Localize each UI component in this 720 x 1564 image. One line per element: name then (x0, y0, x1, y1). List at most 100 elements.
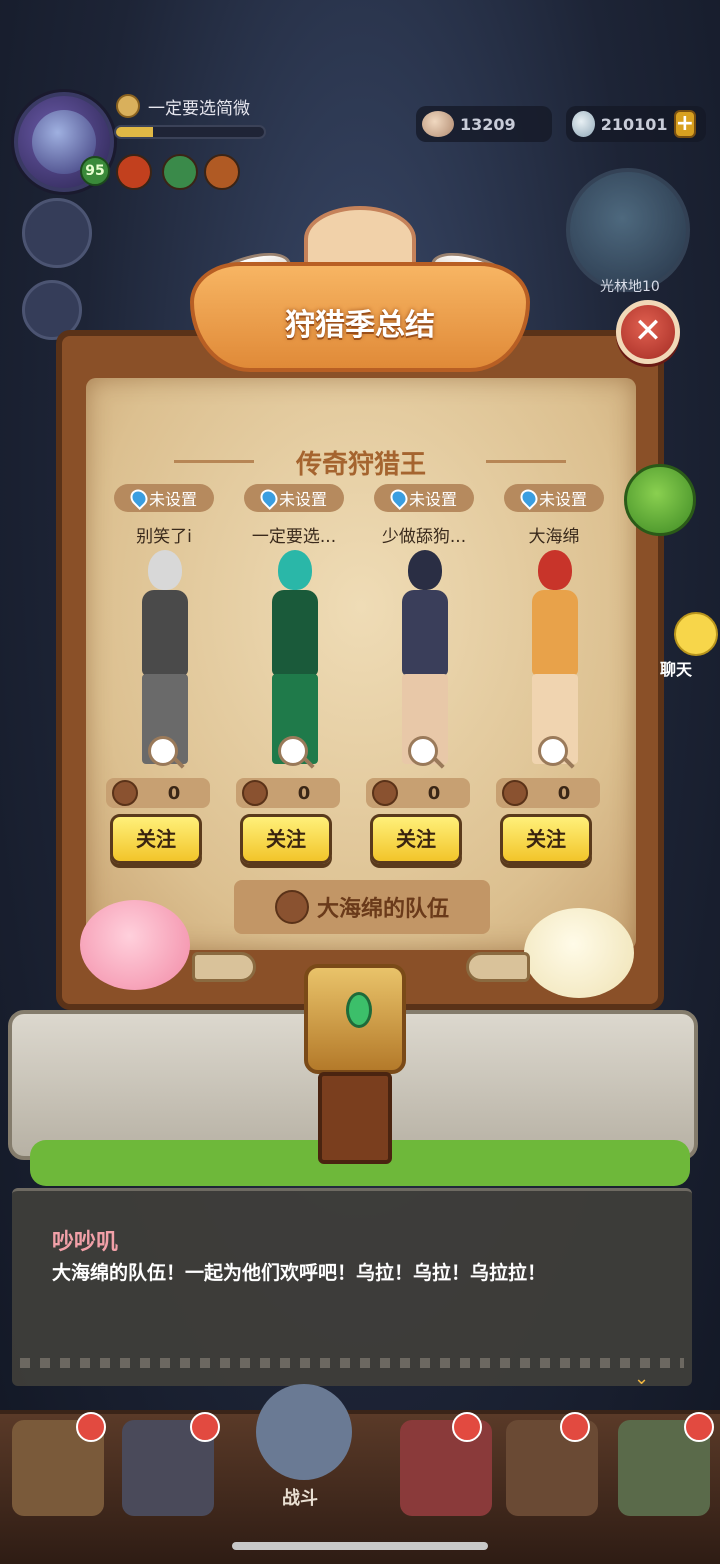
xp-bar (114, 125, 266, 139)
player-nickname: 一定要选... (251, 527, 337, 547)
location-text: 未设置 (278, 490, 327, 509)
dialogue-text: 大海绵的队伍！一起为他们欢呼吧！乌拉！乌拉！乌拉拉！ (52, 1262, 547, 1284)
notification-dot (684, 1412, 714, 1442)
notification-dot (190, 1412, 220, 1442)
like-count: 0 (557, 782, 571, 804)
emoji-face-icon (116, 94, 140, 118)
divider-line (486, 460, 566, 463)
team-label: 大海绵的队伍 (316, 897, 449, 922)
totem-statue (304, 964, 406, 1164)
location-text: 未设置 (408, 490, 457, 509)
coin-counter: 13209 (416, 106, 552, 142)
notification-dot (560, 1412, 590, 1442)
map-label: 光林地10 (600, 279, 660, 295)
close-button[interactable]: ✕ (616, 300, 680, 364)
next-arrow-icon[interactable]: ⌄ (634, 1368, 649, 1389)
character-head (538, 550, 572, 590)
character-body (532, 590, 578, 676)
cactus-pet-icon[interactable] (624, 464, 696, 536)
like-count: 0 (297, 782, 311, 804)
monkey-like-icon (502, 780, 528, 806)
chat-label[interactable]: 聊天 (660, 656, 692, 680)
inspect-icon[interactable] (148, 736, 178, 766)
location-text: 未设置 (148, 490, 197, 509)
character-head (148, 550, 182, 590)
coin-value: 13209 (460, 114, 516, 134)
location-text: 未设置 (538, 490, 587, 509)
dialogue-box[interactable] (12, 1188, 692, 1386)
nav-battle-label[interactable]: 战斗 (282, 1484, 318, 1510)
team-icon (274, 890, 309, 924)
character-head (408, 550, 442, 590)
totem-head (304, 964, 406, 1074)
gem-counter: 210101 + (566, 106, 706, 142)
character-model (126, 550, 202, 764)
pink-bird-mascot (80, 900, 190, 990)
add-gems-button[interactable]: + (673, 110, 696, 138)
character-model (386, 550, 462, 764)
monkey-like-icon (112, 780, 138, 806)
telescope-right (466, 952, 530, 982)
minimap[interactable] (566, 168, 690, 292)
player-card: 未设置 大海绵 0 关注 (494, 484, 614, 864)
character-model (256, 550, 332, 764)
monkey-like-icon (372, 780, 398, 806)
character-body (142, 590, 188, 676)
follow-button[interactable]: 关注 (240, 814, 332, 864)
like-count: 0 (427, 782, 441, 804)
location-pill[interactable]: 未设置 (504, 484, 604, 512)
chat-icon[interactable] (674, 612, 718, 656)
like-row: 0 (366, 778, 470, 808)
location-pill[interactable]: 未设置 (374, 484, 474, 512)
monkey-like-icon (242, 780, 268, 806)
speaker-name: 吵吵叽 (52, 1230, 119, 1255)
dialog-title: 狩猎季总结 (285, 308, 435, 343)
level-badge: 95 (80, 156, 110, 186)
player-card: 未设置 一定要选... 0 关注 (234, 484, 354, 864)
xp-fill (116, 127, 153, 137)
like-row: 0 (236, 778, 340, 808)
totem-base (318, 1072, 392, 1164)
character-body (272, 590, 318, 676)
badge-buff-icon[interactable] (116, 154, 152, 190)
follow-button[interactable]: 关注 (370, 814, 462, 864)
shell-coin-icon (422, 111, 454, 137)
player-name: 一定要选简微 (148, 98, 250, 119)
home-indicator[interactable] (232, 1542, 488, 1550)
white-bird-mascot (524, 908, 634, 998)
character-body (402, 590, 448, 676)
location-pin-icon (126, 485, 152, 511)
player-nickname: 别笑了i (136, 527, 192, 547)
location-pill[interactable]: 未设置 (244, 484, 344, 512)
player-name-row: 一定要选简微 (116, 92, 250, 120)
player-card: 未设置 别笑了i 0 关注 (104, 484, 224, 864)
location-pill[interactable]: 未设置 (114, 484, 214, 512)
nav-battle-icon[interactable] (256, 1384, 352, 1480)
notification-dot (76, 1412, 106, 1442)
location-pin-icon (256, 485, 282, 511)
badge-hunt-icon[interactable] (204, 154, 240, 190)
green-gem-icon (346, 992, 372, 1028)
follow-button[interactable]: 关注 (500, 814, 592, 864)
player-card: 未设置 少做舔狗... 0 关注 (364, 484, 484, 864)
player-nickname: 少做舔狗... (381, 527, 467, 547)
dialogue-border-pattern (20, 1358, 684, 1368)
telescope-left (192, 952, 256, 982)
inspect-icon[interactable] (278, 736, 308, 766)
friend-avatar[interactable] (22, 198, 92, 268)
notification-dot (452, 1412, 482, 1442)
team-banner: 大海绵的队伍 (234, 880, 490, 934)
player-nickname: 大海绵 (528, 527, 580, 547)
gem-value: 210101 (600, 114, 668, 134)
like-row: 0 (496, 778, 600, 808)
stone-gem-icon (572, 111, 595, 137)
inspect-icon[interactable] (538, 736, 568, 766)
follow-button[interactable]: 关注 (110, 814, 202, 864)
bottom-nav (0, 1410, 720, 1564)
location-pin-icon (516, 485, 542, 511)
like-count: 0 (167, 782, 181, 804)
badge-team-icon[interactable] (162, 154, 198, 190)
character-model (516, 550, 592, 764)
inspect-icon[interactable] (408, 736, 438, 766)
location-pin-icon (386, 485, 412, 511)
